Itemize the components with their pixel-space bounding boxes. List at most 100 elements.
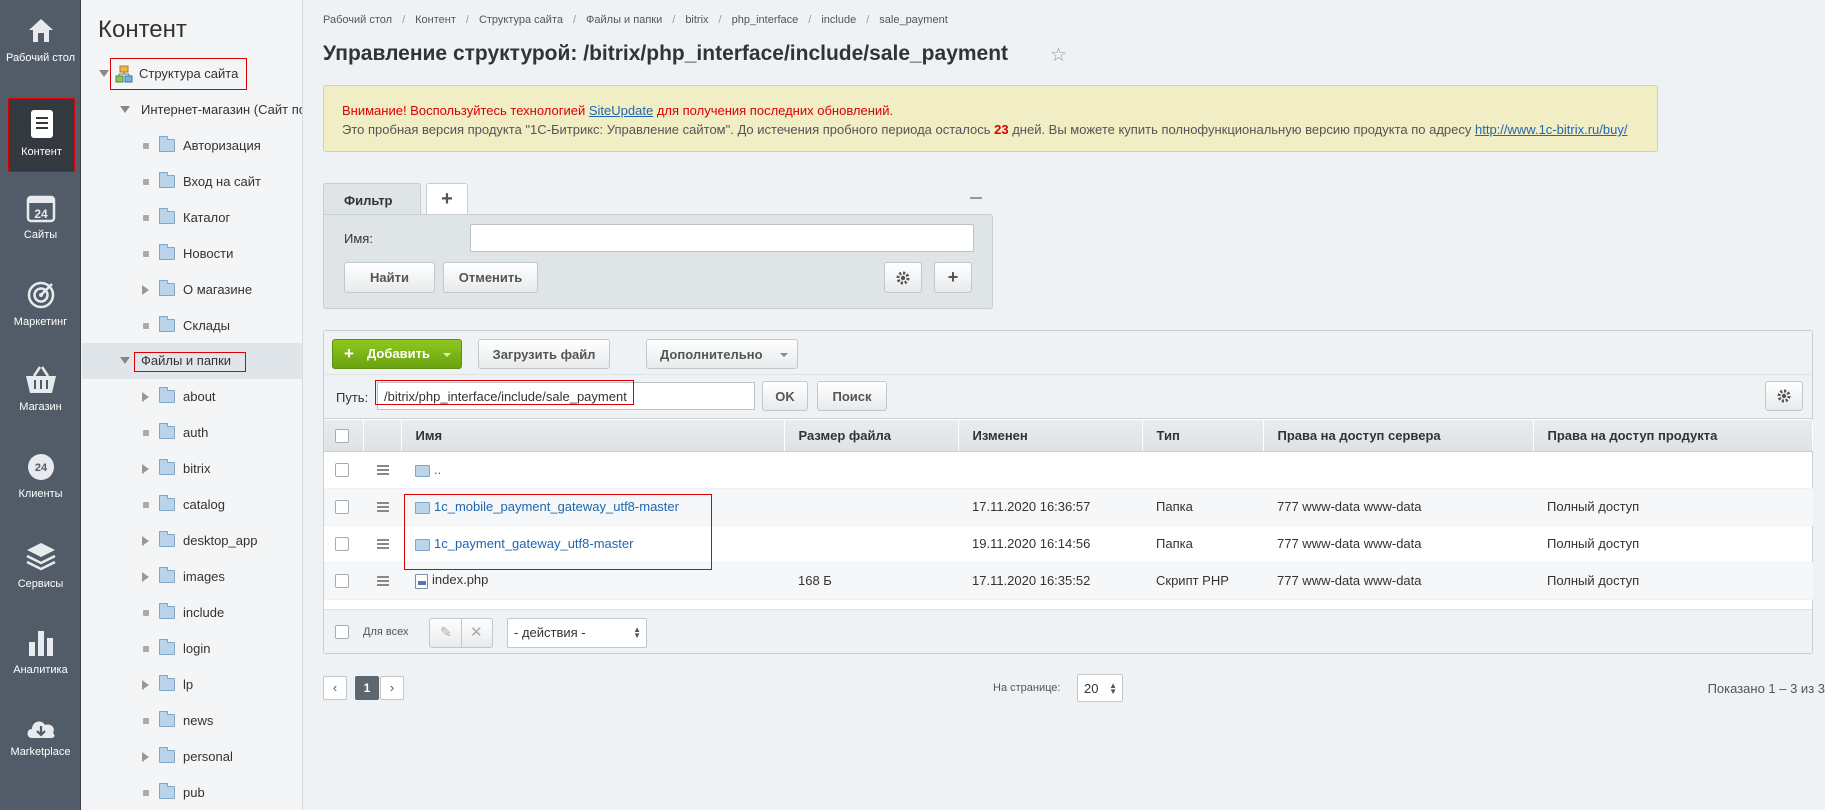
column-header-name[interactable]: Имя: [401, 420, 785, 452]
siteupdate-link[interactable]: SiteUpdate: [589, 103, 653, 118]
pencil-icon[interactable]: ✎: [440, 624, 452, 641]
minimize-icon[interactable]: [970, 197, 982, 199]
tree-item[interactable]: auth: [82, 415, 302, 451]
tab-filter[interactable]: Фильтр: [323, 183, 421, 215]
expand-arrow-icon[interactable]: [142, 572, 149, 582]
collapse-arrow-icon[interactable]: [99, 70, 109, 77]
row-menu-icon[interactable]: [377, 574, 389, 588]
file-name-link[interactable]: index.php: [432, 572, 488, 587]
breadcrumb-item[interactable]: bitrix: [685, 14, 708, 26]
tree-item-shop[interactable]: Интернет-магазин (Сайт по: [82, 92, 302, 128]
nav-marketplace[interactable]: Marketplace: [0, 714, 81, 759]
chevron-down-icon[interactable]: [443, 353, 451, 357]
prev-page-button[interactable]: ‹: [323, 676, 347, 700]
breadcrumb-item[interactable]: php_interface: [732, 14, 799, 26]
expand-arrow-icon[interactable]: [142, 536, 149, 546]
per-page-select[interactable]: 20 ▲ ▼: [1077, 674, 1123, 702]
row-select-cell: [324, 451, 363, 489]
table-row[interactable]: ..: [324, 451, 1813, 489]
nav-sites[interactable]: 24 Сайты: [0, 193, 81, 242]
tree-item[interactable]: desktop_app: [82, 523, 302, 559]
tree-item[interactable]: Новости: [82, 236, 302, 272]
tree-item[interactable]: Авторизация: [82, 128, 302, 164]
row-checkbox[interactable]: [335, 463, 349, 478]
nav-services-label: Сервисы: [17, 578, 64, 590]
tree-item[interactable]: login: [82, 631, 302, 667]
path-ok-button[interactable]: OK: [762, 381, 808, 411]
tree-item[interactable]: images: [82, 559, 302, 595]
nav-analytics-label: Аналитика: [13, 664, 68, 676]
path-search-button[interactable]: Поиск: [817, 381, 887, 411]
nav-marketing[interactable]: Маркетинг: [0, 280, 81, 329]
select-all-header: [324, 420, 364, 452]
nav-services[interactable]: Сервисы: [0, 540, 81, 591]
expand-arrow-icon[interactable]: [142, 680, 149, 690]
list-settings-button[interactable]: [1765, 381, 1803, 411]
tree-item[interactable]: personal: [82, 739, 302, 775]
tree-item[interactable]: catalog: [82, 487, 302, 523]
nav-desktop-label: Рабочий стол: [5, 52, 76, 64]
filter-settings-button[interactable]: [884, 262, 922, 293]
row-select-cell: [324, 525, 363, 563]
tree-item[interactable]: lp: [82, 667, 302, 703]
actions-select[interactable]: - действия - ▲ ▼: [507, 618, 647, 648]
collapse-arrow-icon[interactable]: [120, 106, 130, 113]
row-checkbox[interactable]: [335, 500, 349, 515]
tree-item[interactable]: pub: [82, 775, 302, 810]
nav-analytics[interactable]: Аналитика: [0, 628, 81, 677]
breadcrumb: Рабочий стол / Контент / Структура сайта / Фай…: [323, 14, 948, 26]
tree-item[interactable]: about: [82, 379, 302, 415]
collapse-arrow-icon[interactable]: [120, 357, 130, 364]
trial-days-count: 23: [994, 122, 1009, 137]
add-filter-tab-button[interactable]: +: [426, 183, 468, 215]
breadcrumb-item[interactable]: Контент: [415, 14, 456, 26]
row-menu-icon[interactable]: [377, 500, 389, 514]
tree-item[interactable]: Склады: [82, 308, 302, 344]
nav-desktop[interactable]: Рабочий стол: [0, 14, 81, 65]
tree-item[interactable]: bitrix: [82, 451, 302, 487]
tree-item[interactable]: Каталог: [82, 200, 302, 236]
column-header-type[interactable]: Тип: [1142, 420, 1264, 452]
expand-arrow-icon[interactable]: [142, 285, 149, 295]
next-page-button[interactable]: ›: [380, 676, 404, 700]
add-button[interactable]: + Добавить: [332, 339, 462, 369]
tree-item[interactable]: include: [82, 595, 302, 631]
calendar-24-icon: 24: [26, 195, 55, 223]
row-menu-icon[interactable]: [377, 537, 389, 551]
expand-arrow-icon[interactable]: [142, 752, 149, 762]
find-button[interactable]: Найти: [344, 262, 435, 293]
nav-content[interactable]: Контент: [8, 98, 75, 172]
nav-shop[interactable]: Магазин: [0, 365, 81, 414]
expand-arrow-icon[interactable]: [142, 392, 149, 402]
breadcrumb-item[interactable]: include: [821, 14, 856, 26]
tree-item[interactable]: О магазине: [82, 272, 302, 308]
upload-file-button[interactable]: Загрузить файл: [478, 339, 610, 369]
column-header-modified[interactable]: Изменен: [958, 420, 1143, 452]
more-dropdown-button[interactable]: Дополнительно: [646, 339, 798, 369]
tree-item[interactable]: Вход на сайт: [82, 164, 302, 200]
row-checkbox[interactable]: [335, 574, 349, 589]
select-all-checkbox[interactable]: [335, 429, 349, 444]
breadcrumb-item[interactable]: sale_payment: [879, 14, 948, 26]
row-menu-icon[interactable]: [377, 463, 389, 477]
for-all-checkbox[interactable]: [335, 625, 349, 639]
buy-link[interactable]: http://www.1c-bitrix.ru/buy/: [1475, 122, 1627, 137]
add-filter-field-button[interactable]: +: [934, 262, 972, 293]
tree-item[interactable]: news: [82, 703, 302, 739]
breadcrumb-item[interactable]: Структура сайта: [479, 14, 563, 26]
breadcrumb-item[interactable]: Файлы и папки: [586, 14, 662, 26]
cancel-button[interactable]: Отменить: [443, 262, 538, 293]
filter-name-input[interactable]: [470, 224, 974, 252]
breadcrumb-item[interactable]: Рабочий стол: [323, 14, 392, 26]
file-name-link[interactable]: ..: [434, 462, 441, 477]
delete-icon[interactable]: ✕: [470, 623, 483, 641]
column-header-size[interactable]: Размер файла: [784, 420, 959, 452]
column-header-product-rights[interactable]: Права на доступ продукта: [1533, 420, 1813, 452]
favorite-star-icon[interactable]: ☆: [1050, 44, 1067, 67]
expand-arrow-icon[interactable]: [142, 464, 149, 474]
page-1-button[interactable]: 1: [355, 676, 379, 700]
column-header-server-rights[interactable]: Права на доступ сервера: [1263, 420, 1534, 452]
row-checkbox[interactable]: [335, 537, 349, 552]
nav-clients[interactable]: 24 Клиенты: [0, 452, 81, 501]
server-cell: [1263, 451, 1533, 489]
